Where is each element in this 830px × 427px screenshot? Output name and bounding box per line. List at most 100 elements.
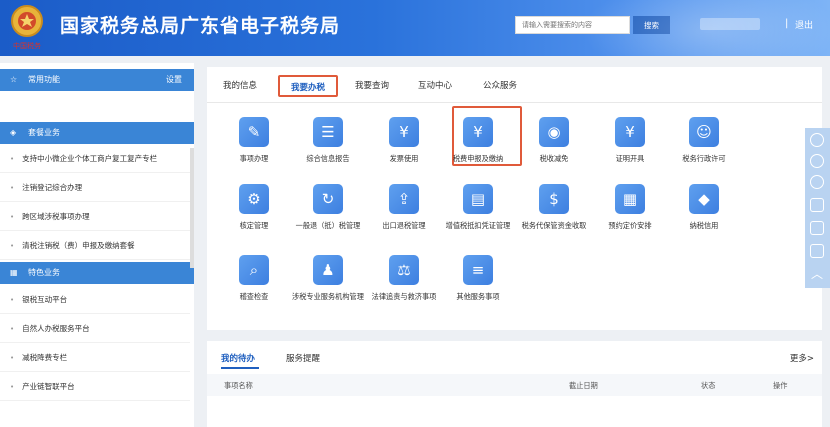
service-label: 增值税抵扣凭证管理 [445, 221, 511, 230]
sidebar-item-zhuxiao[interactable]: 注销登记综合办理 [0, 174, 190, 202]
weibo-icon[interactable] [810, 175, 824, 189]
service-label: 纳税信用 [689, 221, 719, 230]
tab-my-todo[interactable]: 我的待办 [221, 352, 255, 364]
service-item-16[interactable]: ♟ 涉税专业服务机构管理 [291, 255, 365, 302]
tab-public-service[interactable]: 公众服务 [475, 75, 525, 97]
service-item-4[interactable]: ¥ 税费申报及缴纳 [441, 117, 515, 164]
service-label: 出口退税管理 [382, 221, 426, 230]
col-status: 状态 [701, 381, 716, 390]
certificate-icon: ¥ [615, 117, 645, 147]
sidebar-common-header[interactable]: ☆ 常用功能 设置 [0, 69, 194, 91]
service-item-5[interactable]: ◉ 税收减免 [517, 117, 591, 164]
tax-emblem-logo: 中国税务 [11, 5, 43, 50]
service-item-15[interactable]: ⌕ 稽查检查 [217, 255, 291, 302]
money-bag-icon: $ [539, 184, 569, 214]
service-item-2[interactable]: ☰ 综合信息报告 [291, 117, 365, 164]
service-label: 预约定价安排 [608, 221, 652, 230]
mobile-icon[interactable] [810, 198, 824, 212]
tab-handle-tax[interactable]: 我要办税 [278, 75, 338, 97]
service-item-9[interactable]: ↻ 一般退（抵）税管理 [291, 184, 365, 231]
sidebar: ☆ 常用功能 设置 ◈ 套餐业务 支持中小微企业个体工商户复工复产专栏 注销登记综合… [0, 63, 194, 427]
service-item-1[interactable]: ✎ 事项办理 [217, 117, 291, 164]
divider: | [785, 18, 789, 29]
agent-user-icon: ♟ [313, 255, 343, 285]
back-to-top-icon[interactable]: ︿ [810, 268, 824, 282]
sidebar-item-fugong[interactable]: 支持中小微企业个体工商户复工复产专栏 [0, 145, 190, 173]
col-item-name: 事项名称 [224, 381, 253, 390]
tablet-icon[interactable] [810, 221, 824, 235]
user-name-redacted [700, 18, 760, 30]
service-label: 稽查检查 [239, 292, 269, 301]
pen-icon: ✎ [239, 117, 269, 147]
tab-divider [207, 102, 822, 103]
service-item-7[interactable]: ☺ 税务行政许可 [667, 117, 741, 164]
logout-link[interactable]: 退出 [795, 18, 813, 31]
tax-box-icon: ¥ [463, 117, 493, 147]
col-action: 操作 [773, 381, 788, 390]
service-label: 事项办理 [239, 154, 269, 163]
tab-my-info[interactable]: 我的信息 [215, 75, 265, 97]
sidebar-package-title: 套餐业务 [28, 128, 60, 137]
id-badge-icon: ☺ [689, 117, 719, 147]
tab-service-remind[interactable]: 服务提醒 [286, 352, 320, 364]
refund-cycle-icon: ↻ [313, 184, 343, 214]
service-item-17[interactable]: ⚖ 法律追责与救济事项 [367, 255, 441, 302]
layers-icon: ◈ [10, 128, 17, 137]
service-label: 一般退（抵）税管理 [295, 221, 361, 230]
more-link[interactable]: 更多> [790, 352, 814, 364]
service-label: 其他服务事项 [456, 292, 500, 301]
service-label: 核定管理 [239, 221, 269, 230]
calendar-icon: ▦ [615, 184, 645, 214]
sidebar-special-title: 特色业务 [28, 268, 60, 277]
user-gear-icon: ⚙ [239, 184, 269, 214]
sidebar-scrollbar[interactable] [190, 148, 194, 268]
service-item-8[interactable]: ⚙ 核定管理 [217, 184, 291, 231]
edit-icon[interactable] [810, 244, 824, 258]
main-panel: 我的信息 我要办税 我要查询 互动中心 公众服务 ✎ 事项办理 ☰ 综合信息报告 ¥ 发票… [207, 67, 822, 330]
service-item-11[interactable]: ▤ 增值税抵扣凭证管理 [441, 184, 515, 231]
search-button[interactable]: 搜索 [633, 16, 670, 34]
service-item-14[interactable]: ◆ 纳税信用 [667, 184, 741, 231]
sidebar-special-header[interactable]: ▦ 特色业务 [0, 262, 194, 284]
service-item-13[interactable]: ▦ 预约定价安排 [593, 184, 667, 231]
col-deadline: 截止日期 [569, 381, 598, 390]
search-input[interactable] [515, 16, 630, 34]
sidebar-item-yinshui[interactable]: 银税互动平台 [0, 286, 190, 314]
sidebar-item-ziranren[interactable]: 自然人办税服务平台 [0, 315, 190, 343]
tab-interaction[interactable]: 互动中心 [410, 75, 460, 97]
service-label: 证明开具 [615, 154, 645, 163]
todo-table-header: 事项名称 截止日期 状态 操作 [207, 374, 822, 396]
service-label: 税费申报及缴纳 [452, 154, 504, 163]
service-item-18[interactable]: ≡ 其他服务事项 [441, 255, 515, 302]
right-toolbar: ︿ [805, 128, 830, 288]
sidebar-package-header[interactable]: ◈ 套餐业务 [0, 122, 194, 144]
coin-stack-icon: ◉ [539, 117, 569, 147]
top-header: 中国税务 国家税务总局广东省电子税务局 搜索 | 退出 [0, 0, 830, 56]
service-label: 发票使用 [389, 154, 419, 163]
service-item-10[interactable]: ⇪ 出口退税管理 [367, 184, 441, 231]
export-icon: ⇪ [389, 184, 419, 214]
site-title: 国家税务总局广东省电子税务局 [60, 15, 341, 37]
sidebar-item-chanye[interactable]: 产业链智联平台 [0, 373, 190, 401]
document-list-icon: ☰ [313, 117, 343, 147]
todo-panel: 我的待办 服务提醒 更多> 事项名称 截止日期 状态 操作 [207, 341, 822, 427]
service-item-6[interactable]: ¥ 证明开具 [593, 117, 667, 164]
sidebar-item-qingshui[interactable]: 清税注销税（费）申报及缴纳套餐 [0, 232, 190, 260]
tab-query[interactable]: 我要查询 [347, 75, 397, 97]
settings-link[interactable]: 设置 [166, 69, 182, 91]
chat-icon[interactable] [810, 133, 824, 147]
service-label: 综合信息报告 [306, 154, 350, 163]
grid-icon: ▦ [10, 268, 18, 277]
sidebar-item-kuaquyu[interactable]: 跨区域涉税事项办理 [0, 203, 190, 231]
svg-text:中国税务: 中国税务 [13, 41, 41, 50]
sidebar-item-jianshui[interactable]: 减税降费专栏 [0, 344, 190, 372]
service-item-3[interactable]: ¥ 发票使用 [367, 117, 441, 164]
service-item-12[interactable]: $ 税务代保管资金收取 [517, 184, 591, 231]
other-doc-icon: ≡ [463, 255, 493, 285]
receipt-icon: ▤ [463, 184, 493, 214]
message-icon[interactable] [810, 154, 824, 168]
tab-underline [221, 367, 259, 369]
invoice-icon: ¥ [389, 117, 419, 147]
star-icon: ☆ [10, 75, 18, 84]
service-label: 税务行政许可 [682, 154, 726, 163]
